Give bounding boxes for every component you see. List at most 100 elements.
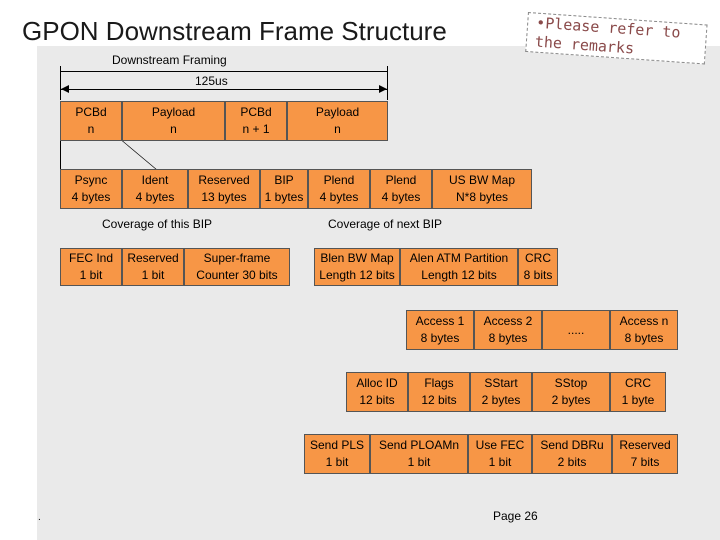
- plend-box-2: Plend 4 bytes: [370, 169, 432, 209]
- box-text: Send DBRu: [540, 438, 604, 452]
- box-text: Access 2: [483, 314, 533, 328]
- box-text: BIP: [274, 173, 294, 187]
- box-text: N*8 bytes: [455, 190, 509, 204]
- connector: [60, 141, 61, 169]
- box-text: 4 bytes: [381, 190, 421, 204]
- box-text: SStop: [554, 376, 588, 390]
- box-text: n: [170, 122, 177, 136]
- arrow-right-icon: [379, 85, 387, 93]
- box-text: CRC: [625, 376, 651, 390]
- box-text: Plend: [323, 173, 355, 187]
- reserved-box: Reserved 13 bytes: [188, 169, 260, 209]
- box-text: Use FEC: [475, 438, 525, 452]
- pcbd-n-box: PCBd n: [60, 101, 122, 141]
- box-text: Blen BW Map: [320, 251, 394, 265]
- box-text: Reserved: [619, 438, 671, 452]
- access-n-box: Access n 8 bytes: [610, 310, 678, 350]
- box-text: Reserved: [127, 251, 179, 265]
- box-text: PCBd: [75, 105, 107, 119]
- box-text: SStart: [484, 376, 518, 390]
- box-text: Plend: [385, 173, 417, 187]
- box-text: .....: [567, 322, 585, 337]
- coverage-next-bip: Coverage of next BIP: [328, 217, 443, 231]
- page-number: Page 26: [493, 509, 538, 523]
- sstop-box: SStop 2 bytes: [532, 372, 610, 412]
- box-text: 8 bytes: [488, 331, 528, 345]
- bip-box: BIP 1 bytes: [260, 169, 308, 209]
- crc-1byte-box: CRC 1 byte: [610, 372, 666, 412]
- fec-ind-box: FEC Ind 1 bit: [60, 248, 122, 286]
- box-text: 7 bits: [630, 455, 660, 469]
- box-text: 1 byte: [621, 393, 655, 407]
- framing-span-line: [60, 71, 388, 72]
- plend-box-1: Plend 4 bytes: [308, 169, 370, 209]
- box-text: Flags: [424, 376, 454, 390]
- box-text: Alloc ID: [356, 376, 398, 390]
- arrow-left-icon: [61, 85, 69, 93]
- reserved-1bit-box: Reserved 1 bit: [122, 248, 184, 286]
- box-text: 12 bits: [421, 393, 457, 407]
- box-text: Reserved: [198, 173, 250, 187]
- box-text: Payload: [315, 105, 360, 119]
- flags-box: Flags 12 bits: [408, 372, 470, 412]
- box-text: n: [87, 122, 95, 136]
- box-text: Psync: [74, 173, 108, 187]
- box-text: Super-frame: [203, 251, 271, 265]
- box-text: Send PLOAMn: [378, 438, 460, 452]
- alloc-id-box: Alloc ID 12 bits: [346, 372, 408, 412]
- box-text: 8 bytes: [420, 331, 460, 345]
- framing-duration: 125us: [195, 74, 228, 88]
- box-text: 1 bit: [407, 455, 431, 469]
- box-text: n + 1: [242, 122, 270, 136]
- box-text: Access n: [619, 314, 669, 328]
- access-1-box: Access 1 8 bytes: [406, 310, 474, 350]
- box-text: n: [334, 122, 341, 136]
- box-text: 13 bytes: [201, 190, 247, 204]
- send-ploamn-box: Send PLOAMn 1 bit: [370, 434, 468, 474]
- framing-label: Downstream Framing: [112, 53, 227, 67]
- box-text: 2 bits: [557, 455, 587, 469]
- box-text: Length 12 bits: [319, 268, 395, 282]
- box-text: 2 bytes: [481, 393, 521, 407]
- box-text: 4 bytes: [71, 190, 111, 204]
- sstart-box: SStart 2 bytes: [470, 372, 532, 412]
- coverage-this-bip: Coverage of this BIP: [102, 217, 213, 231]
- blen-box: Blen BW Map Length 12 bits: [314, 248, 400, 286]
- box-text: Access 1: [415, 314, 465, 328]
- pcbd-n1-box: PCBd n + 1: [225, 101, 287, 141]
- box-text: Send PLS: [309, 438, 365, 452]
- box-text: Payload: [151, 105, 196, 119]
- ident-box: Ident 4 bytes: [122, 169, 188, 209]
- box-text: 8 bytes: [624, 331, 664, 345]
- access-2-box: Access 2 8 bytes: [474, 310, 542, 350]
- box-text: 12 bits: [359, 393, 395, 407]
- box-text: 4 bytes: [135, 190, 175, 204]
- footer-dot: .: [38, 512, 41, 523]
- box-text: Counter 30 bits: [196, 268, 278, 282]
- payload-n-box: Payload n: [122, 101, 225, 141]
- access-ellipsis-box: .....: [542, 310, 610, 350]
- us-bw-map-box: US BW Map N*8 bytes: [432, 169, 532, 209]
- box-text: CRC: [525, 251, 551, 265]
- box-text: 1 bit: [325, 455, 349, 469]
- box-text: US BW Map: [448, 173, 515, 187]
- superframe-counter-box: Super-frame Counter 30 bits: [184, 248, 290, 286]
- box-text: 1 bytes: [264, 190, 304, 204]
- box-text: Ident: [141, 173, 169, 187]
- use-fec-box: Use FEC 1 bit: [468, 434, 532, 474]
- psync-box: Psync 4 bytes: [60, 169, 122, 209]
- box-text: 8 bits: [523, 268, 553, 282]
- send-dbru-box: Send DBRu 2 bits: [532, 434, 612, 474]
- box-text: PCBd: [240, 105, 272, 119]
- duration-span-line: [60, 89, 388, 90]
- box-text: 4 bytes: [319, 190, 359, 204]
- page-title: GPON Downstream Frame Structure: [22, 16, 447, 46]
- box-text: Length 12 bits: [421, 268, 497, 282]
- alen-box: Alen ATM Partition Length 12 bits: [400, 248, 518, 286]
- box-text: FEC Ind: [68, 251, 113, 265]
- crc-8bit-box: CRC 8 bits: [518, 248, 558, 286]
- box-text: 2 bytes: [551, 393, 591, 407]
- send-pls-box: Send PLS 1 bit: [304, 434, 370, 474]
- box-text: 1 bit: [79, 268, 103, 282]
- payload-n-box-2: Payload n: [287, 101, 388, 141]
